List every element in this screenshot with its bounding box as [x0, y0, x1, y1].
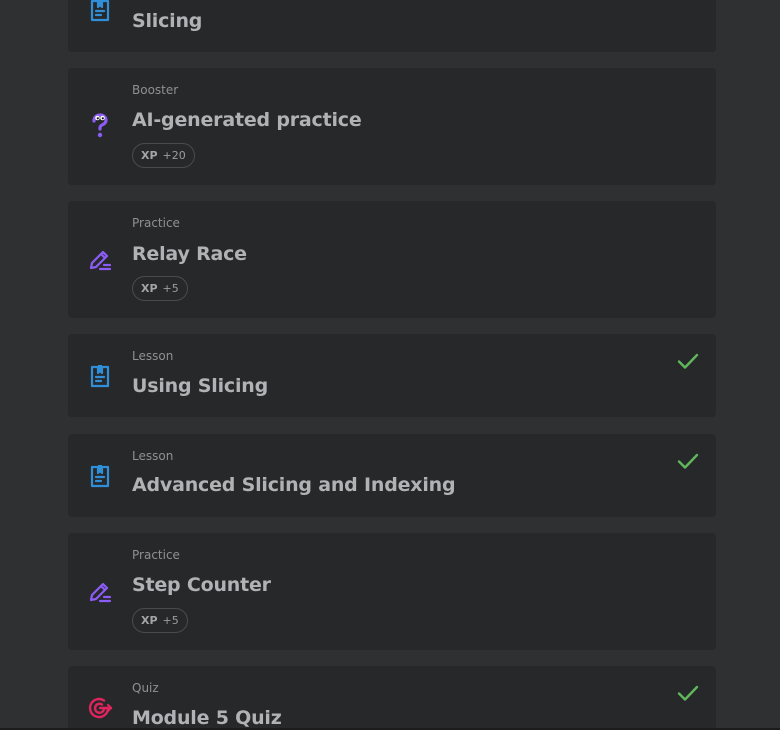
xp-value: +5: [162, 614, 179, 627]
module-item-slicing[interactable]: Slicing: [68, 0, 716, 52]
completed-check-icon: [676, 349, 700, 373]
item-type: Practice: [132, 216, 180, 230]
item-title: Using Slicing: [132, 375, 269, 397]
module-item-module-5-quiz[interactable]: Quiz Module 5 Quiz: [68, 666, 716, 730]
xp-value: +5: [162, 282, 179, 295]
xp-value: +20: [162, 149, 186, 162]
quiz-target-icon: [86, 694, 114, 722]
xp-label: XP: [141, 282, 158, 295]
xp-label: XP: [141, 149, 158, 162]
lesson-icon: [86, 0, 114, 24]
completed-check-icon: [676, 449, 700, 473]
item-title: AI-generated practice: [132, 109, 362, 131]
module-item-relay-race[interactable]: Practice Relay Race XP +5: [68, 201, 716, 318]
item-type: Quiz: [132, 681, 159, 695]
lesson-icon: [86, 462, 114, 490]
module-item-ai-generated-practice[interactable]: Booster AI-generated practice XP +20: [68, 68, 716, 185]
item-title: Relay Race: [132, 243, 247, 265]
item-type: Practice: [132, 548, 180, 562]
item-type: Lesson: [132, 349, 174, 363]
module-item-using-slicing[interactable]: Lesson Using Slicing: [68, 334, 716, 417]
item-title: Slicing: [132, 10, 203, 32]
practice-pencil-icon: [86, 578, 114, 606]
xp-badge: XP +20: [132, 143, 195, 168]
module-item-advanced-slicing-and-indexing[interactable]: Lesson Advanced Slicing and Indexing: [68, 434, 716, 517]
item-title: Step Counter: [132, 574, 271, 596]
completed-check-icon: [676, 681, 700, 705]
item-type: Lesson: [132, 449, 174, 463]
xp-label: XP: [141, 614, 158, 627]
item-type: Booster: [132, 83, 179, 97]
lesson-icon: [86, 362, 114, 390]
module-item-list: Slicing Booster AI-generated practice XP…: [0, 0, 780, 730]
item-title: Module 5 Quiz: [132, 707, 282, 729]
ai-question-icon: [86, 112, 114, 140]
item-title: Advanced Slicing and Indexing: [132, 474, 456, 496]
practice-pencil-icon: [86, 246, 114, 274]
module-item-step-counter[interactable]: Practice Step Counter XP +5: [68, 533, 716, 650]
xp-badge: XP +5: [132, 276, 188, 301]
xp-badge: XP +5: [132, 608, 188, 633]
